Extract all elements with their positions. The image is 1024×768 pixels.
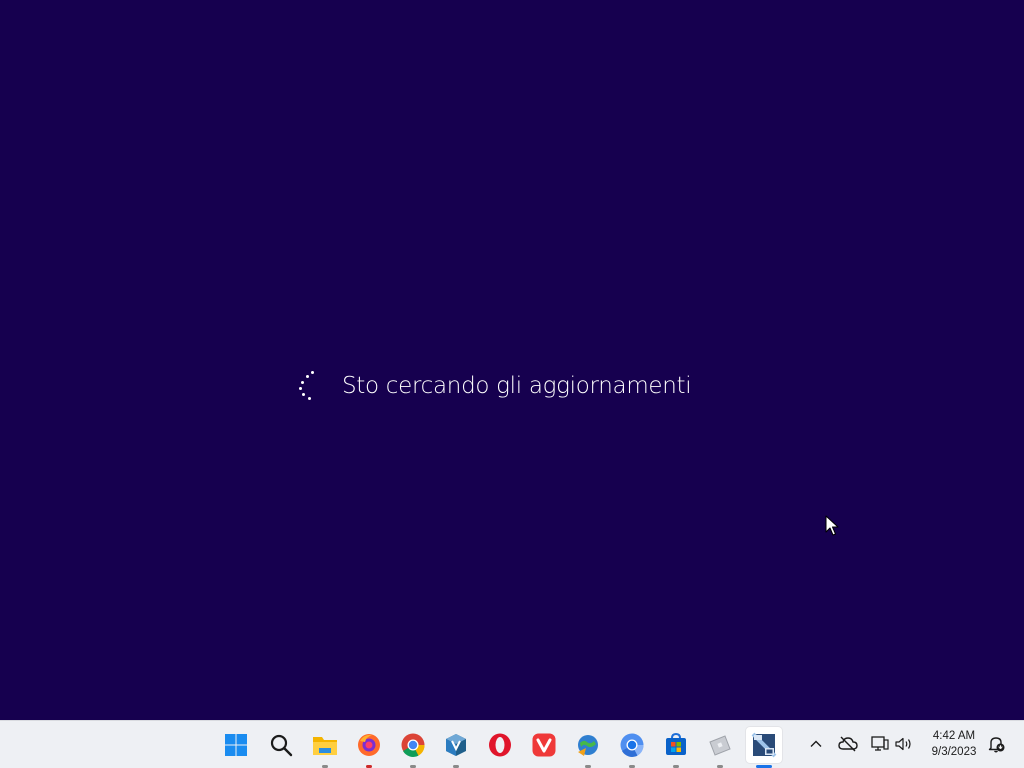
roblox-icon [709, 735, 731, 756]
taskbar-opera[interactable] [482, 727, 518, 763]
windows-logo-icon [225, 734, 247, 756]
mouse-pointer-icon [825, 515, 839, 536]
clock-time: 4:42 AM [932, 730, 976, 742]
network-icon [871, 736, 889, 751]
onedrive-button[interactable] [837, 733, 859, 755]
clock-button[interactable]: 4:42 AM 9/3/2023 [918, 728, 990, 760]
chrome-icon [401, 733, 425, 757]
taskbar-firefox[interactable] [351, 727, 387, 768]
taskbar-virtualbox[interactable] [438, 727, 474, 768]
store-icon [666, 732, 686, 755]
chevron-up-icon [810, 740, 822, 747]
taskbar: 4:42 AM 9/3/2023 [0, 720, 1024, 768]
update-screen: Sto cercando gli aggiornamenti [0, 0, 1024, 720]
taskbar-vivaldi[interactable] [526, 727, 562, 763]
taskbar-store[interactable] [658, 727, 694, 768]
taskbar-file-explorer[interactable] [307, 727, 343, 768]
opera-icon [489, 733, 511, 757]
taskbar-download-manager[interactable] [570, 727, 606, 768]
download-manager-icon [578, 735, 598, 756]
show-hidden-icons-button[interactable] [805, 733, 827, 755]
start-button[interactable] [218, 727, 254, 763]
notification-dnd-icon [988, 737, 1005, 753]
clock-date: 9/3/2023 [931, 746, 977, 758]
taskbar-chromium[interactable] [614, 727, 650, 768]
chromium-icon [620, 733, 644, 757]
network-button[interactable] [869, 733, 891, 755]
cpu-z-icon [751, 732, 777, 758]
taskbar-roblox[interactable] [702, 727, 738, 768]
loading-spinner-icon [296, 368, 320, 404]
taskbar-chrome[interactable] [395, 727, 431, 768]
search-icon [270, 734, 293, 757]
vivaldi-icon [532, 733, 556, 757]
virtualbox-icon [446, 734, 466, 756]
notification-center-button[interactable] [985, 733, 1007, 755]
taskbar-cpu-z[interactable] [746, 727, 782, 768]
search-button[interactable] [263, 727, 299, 763]
volume-icon [895, 737, 911, 751]
folder-icon [313, 737, 337, 755]
volume-button[interactable] [893, 733, 915, 755]
update-status: Sto cercando gli aggiornamenti [296, 366, 692, 406]
status-text: Sto cercando gli aggiornamenti [342, 373, 692, 399]
cloud-offline-icon [838, 736, 858, 752]
firefox-icon [358, 734, 380, 756]
